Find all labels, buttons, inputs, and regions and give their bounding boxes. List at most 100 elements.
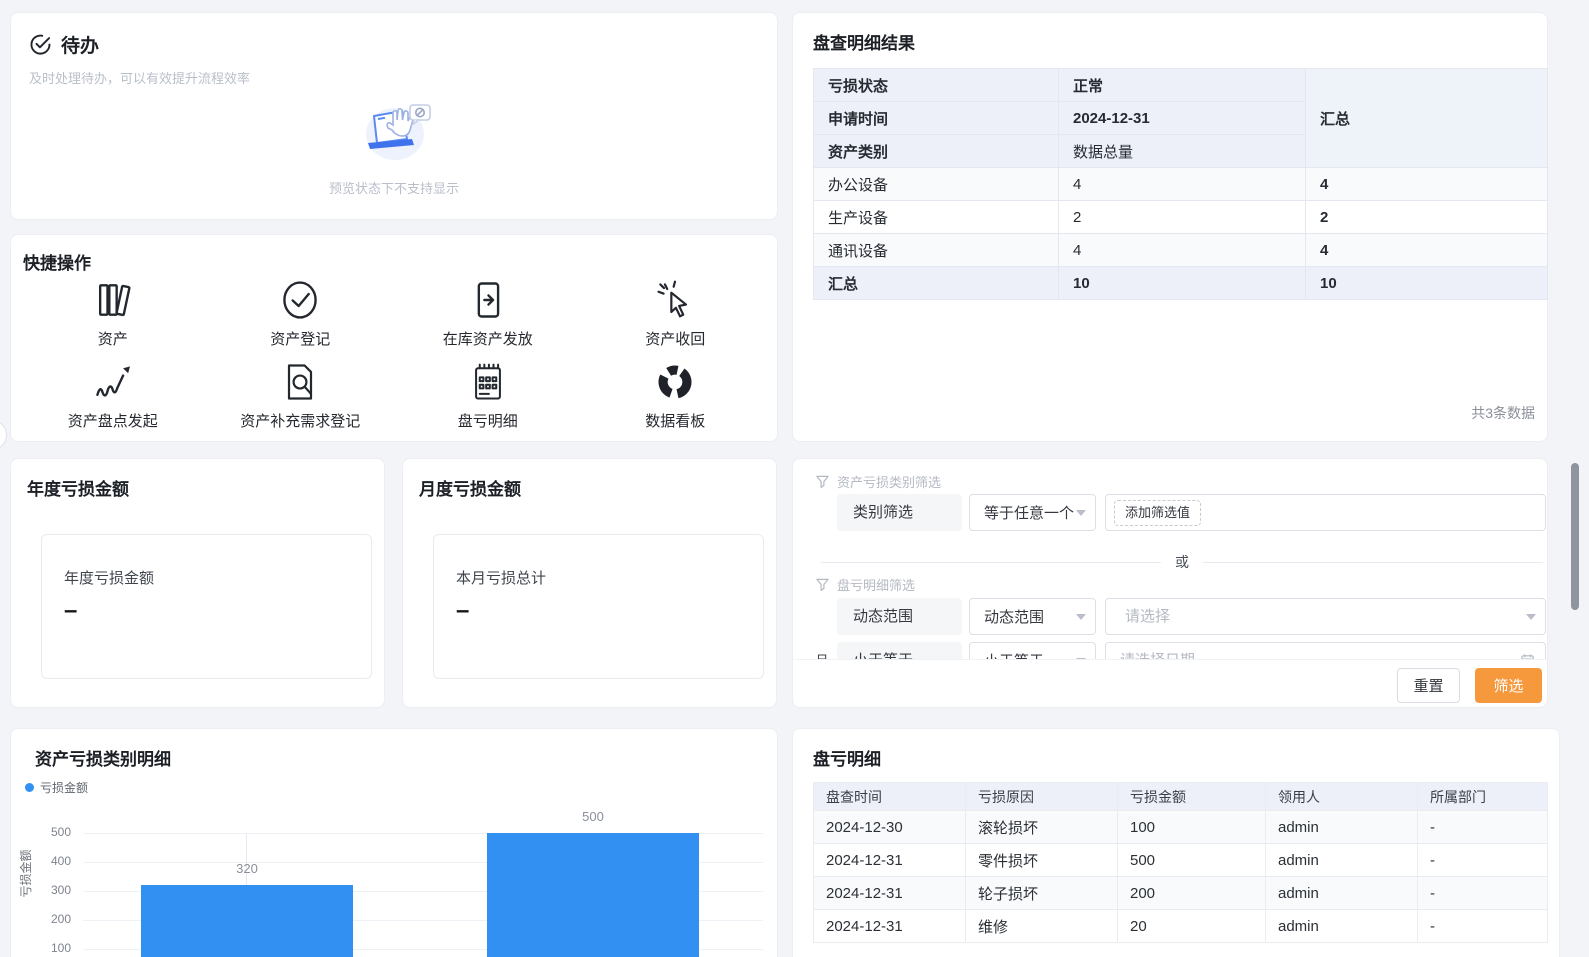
doc-search-icon bbox=[278, 359, 322, 405]
metric-label: 本月亏损总计 bbox=[456, 567, 546, 588]
total-cell: 4 bbox=[1306, 168, 1548, 201]
or-text: 或 bbox=[1175, 552, 1189, 572]
loss-filter-section-title: 盘亏明细筛选 bbox=[815, 575, 915, 594]
chevron-down-icon bbox=[1076, 510, 1086, 516]
count-cell: 4 bbox=[1059, 168, 1306, 201]
todo-empty-state: 预览状态下不支持显示 bbox=[11, 97, 777, 197]
bar-series-1[interactable]: 500 bbox=[487, 833, 699, 957]
books-icon bbox=[91, 277, 135, 323]
inventory-result-table: 亏损状态 正常 汇总 申请时间 2024-12-31 资产类别 数据总量 办公设… bbox=[813, 68, 1548, 300]
reset-button[interactable]: 重置 bbox=[1397, 668, 1460, 703]
empty-laptop-illustration bbox=[350, 150, 438, 167]
cell-reason: 滚轮损坏 bbox=[966, 811, 1118, 844]
quick-action-register[interactable]: 资产登记 bbox=[207, 277, 395, 359]
quick-action-supplement[interactable]: 资产补充需求登记 bbox=[207, 359, 395, 441]
quick-action-label: 数据看板 bbox=[645, 410, 705, 431]
operator-value: 等于任意一个 bbox=[984, 502, 1074, 523]
column-header: 亏损原因 bbox=[966, 783, 1118, 811]
dashboard-page: 待办 及时处理待办，可以有效提升流程效率 预览状态下不支持显示 bbox=[0, 0, 1589, 957]
table-row: 亏损状态 正常 汇总 bbox=[814, 69, 1548, 102]
column-header: 领用人 bbox=[1266, 783, 1418, 811]
operator-value: 动态范围 bbox=[984, 606, 1044, 627]
y-tick: 400 bbox=[27, 854, 71, 868]
y-tick: 300 bbox=[27, 883, 71, 897]
table-row: 2024-12-31 轮子损坏 200 admin - bbox=[814, 877, 1548, 910]
category-cell: 通讯设备 bbox=[814, 234, 1059, 267]
loss-detail-title: 盘亏明细 bbox=[813, 745, 1559, 770]
metric-value: – bbox=[456, 597, 469, 625]
metric-label: 年度亏损金额 bbox=[64, 567, 154, 588]
section-title-text: 盘亏明细筛选 bbox=[837, 575, 915, 594]
chart-title: 资产亏损类别明细 bbox=[35, 745, 777, 770]
table-row: 生产设备 2 2 bbox=[814, 201, 1548, 234]
range-value-select[interactable]: 请选择 bbox=[1105, 598, 1546, 635]
page-scrollbar-thumb[interactable] bbox=[1571, 463, 1579, 610]
legend-dot-icon bbox=[25, 783, 34, 792]
range-operator-select[interactable]: 动态范围 bbox=[969, 598, 1096, 635]
result-count: 共3条数据 bbox=[1471, 403, 1535, 423]
range-field-chip: 动态范围 bbox=[837, 598, 962, 635]
category-operator-select[interactable]: 等于任意一个 bbox=[969, 494, 1096, 531]
check-circle-icon bbox=[29, 33, 52, 56]
cell-date: 2024-12-31 bbox=[814, 910, 966, 943]
table-row: 2024-12-31 零件损坏 500 admin - bbox=[814, 844, 1548, 877]
table-row: 2024-12-30 滚轮损坏 100 admin - bbox=[814, 811, 1548, 844]
quick-action-label: 资产登记 bbox=[270, 328, 330, 349]
count-cell: 2 bbox=[1059, 201, 1306, 234]
cell-user: admin bbox=[1266, 877, 1418, 910]
cell-user: admin bbox=[1266, 844, 1418, 877]
summary-column-header: 汇总 bbox=[1306, 69, 1548, 168]
select-placeholder: 请选择 bbox=[1120, 599, 1170, 634]
cell-department: - bbox=[1418, 877, 1548, 910]
row-value: 正常 bbox=[1059, 69, 1306, 102]
inventory-result-title: 盘查明细结果 bbox=[813, 29, 1527, 54]
loss-detail-panel: 盘亏明细 盘查时间 亏损原因 亏损金额 领用人 所属部门 2024-12-30 … bbox=[792, 728, 1560, 957]
funnel-icon bbox=[815, 474, 830, 489]
y-tick: 200 bbox=[27, 912, 71, 926]
cell-amount: 20 bbox=[1118, 910, 1266, 943]
cell-reason: 维修 bbox=[966, 910, 1118, 943]
category-value-input[interactable]: 添加筛选值 bbox=[1105, 494, 1546, 531]
quick-action-loss-detail[interactable]: 盘亏明细 bbox=[394, 359, 582, 441]
add-filter-value-button[interactable]: 添加筛选值 bbox=[1114, 500, 1201, 526]
count-cell: 4 bbox=[1059, 234, 1306, 267]
bar-value-label: 500 bbox=[487, 809, 699, 824]
quick-action-dashboard[interactable]: 数据看板 bbox=[582, 359, 770, 441]
chart-legend[interactable]: 亏损金额 bbox=[25, 779, 88, 796]
total-cell: 4 bbox=[1306, 234, 1548, 267]
row-label: 资产类别 bbox=[814, 135, 1059, 168]
quick-actions-grid: 资产 资产登记 在库资产发放 bbox=[19, 277, 769, 441]
quick-action-assets[interactable]: 资产 bbox=[19, 277, 207, 359]
drawer-handle[interactable] bbox=[0, 420, 7, 450]
quick-action-recall[interactable]: 资产收回 bbox=[582, 277, 770, 359]
row-label: 申请时间 bbox=[814, 102, 1059, 135]
todo-title: 待办 bbox=[61, 31, 99, 58]
bar-series-0[interactable]: 320 bbox=[141, 885, 353, 957]
cell-amount: 500 bbox=[1118, 844, 1266, 877]
column-header: 所属部门 bbox=[1418, 783, 1548, 811]
cell-department: - bbox=[1418, 844, 1548, 877]
total-cell: 2 bbox=[1306, 201, 1548, 234]
count-cell: 10 bbox=[1059, 267, 1306, 300]
cell-date: 2024-12-31 bbox=[814, 877, 966, 910]
filter-button[interactable]: 筛选 bbox=[1475, 668, 1542, 703]
loss-detail-table: 盘查时间 亏损原因 亏损金额 领用人 所属部门 2024-12-30 滚轮损坏 … bbox=[813, 782, 1548, 943]
cell-department: - bbox=[1418, 910, 1548, 943]
quick-action-issue[interactable]: 在库资产发放 bbox=[394, 277, 582, 359]
total-cell: 10 bbox=[1306, 267, 1548, 300]
todo-panel: 待办 及时处理待办，可以有效提升流程效率 预览状态下不支持显示 bbox=[10, 12, 778, 220]
y-tick: 500 bbox=[27, 825, 71, 839]
cursor-click-icon bbox=[653, 277, 697, 323]
row-label: 亏损状态 bbox=[814, 69, 1059, 102]
annual-loss-title: 年度亏损金额 bbox=[27, 475, 368, 500]
divider-line bbox=[821, 562, 1161, 563]
bar-value-label: 320 bbox=[141, 861, 353, 876]
export-box-icon bbox=[466, 277, 510, 323]
quick-action-label: 资产补充需求登记 bbox=[240, 410, 360, 431]
category-filter-section-title: 资产亏损类别筛选 bbox=[815, 472, 941, 491]
quick-action-inventory-start[interactable]: 资产盘点发起 bbox=[19, 359, 207, 441]
chevron-down-icon bbox=[1076, 614, 1086, 620]
quick-actions-panel: 快捷操作 资产 资产登记 bbox=[10, 234, 778, 442]
pie-chart-icon bbox=[653, 359, 697, 405]
todo-subtitle: 及时处理待办，可以有效提升流程效率 bbox=[29, 68, 759, 87]
